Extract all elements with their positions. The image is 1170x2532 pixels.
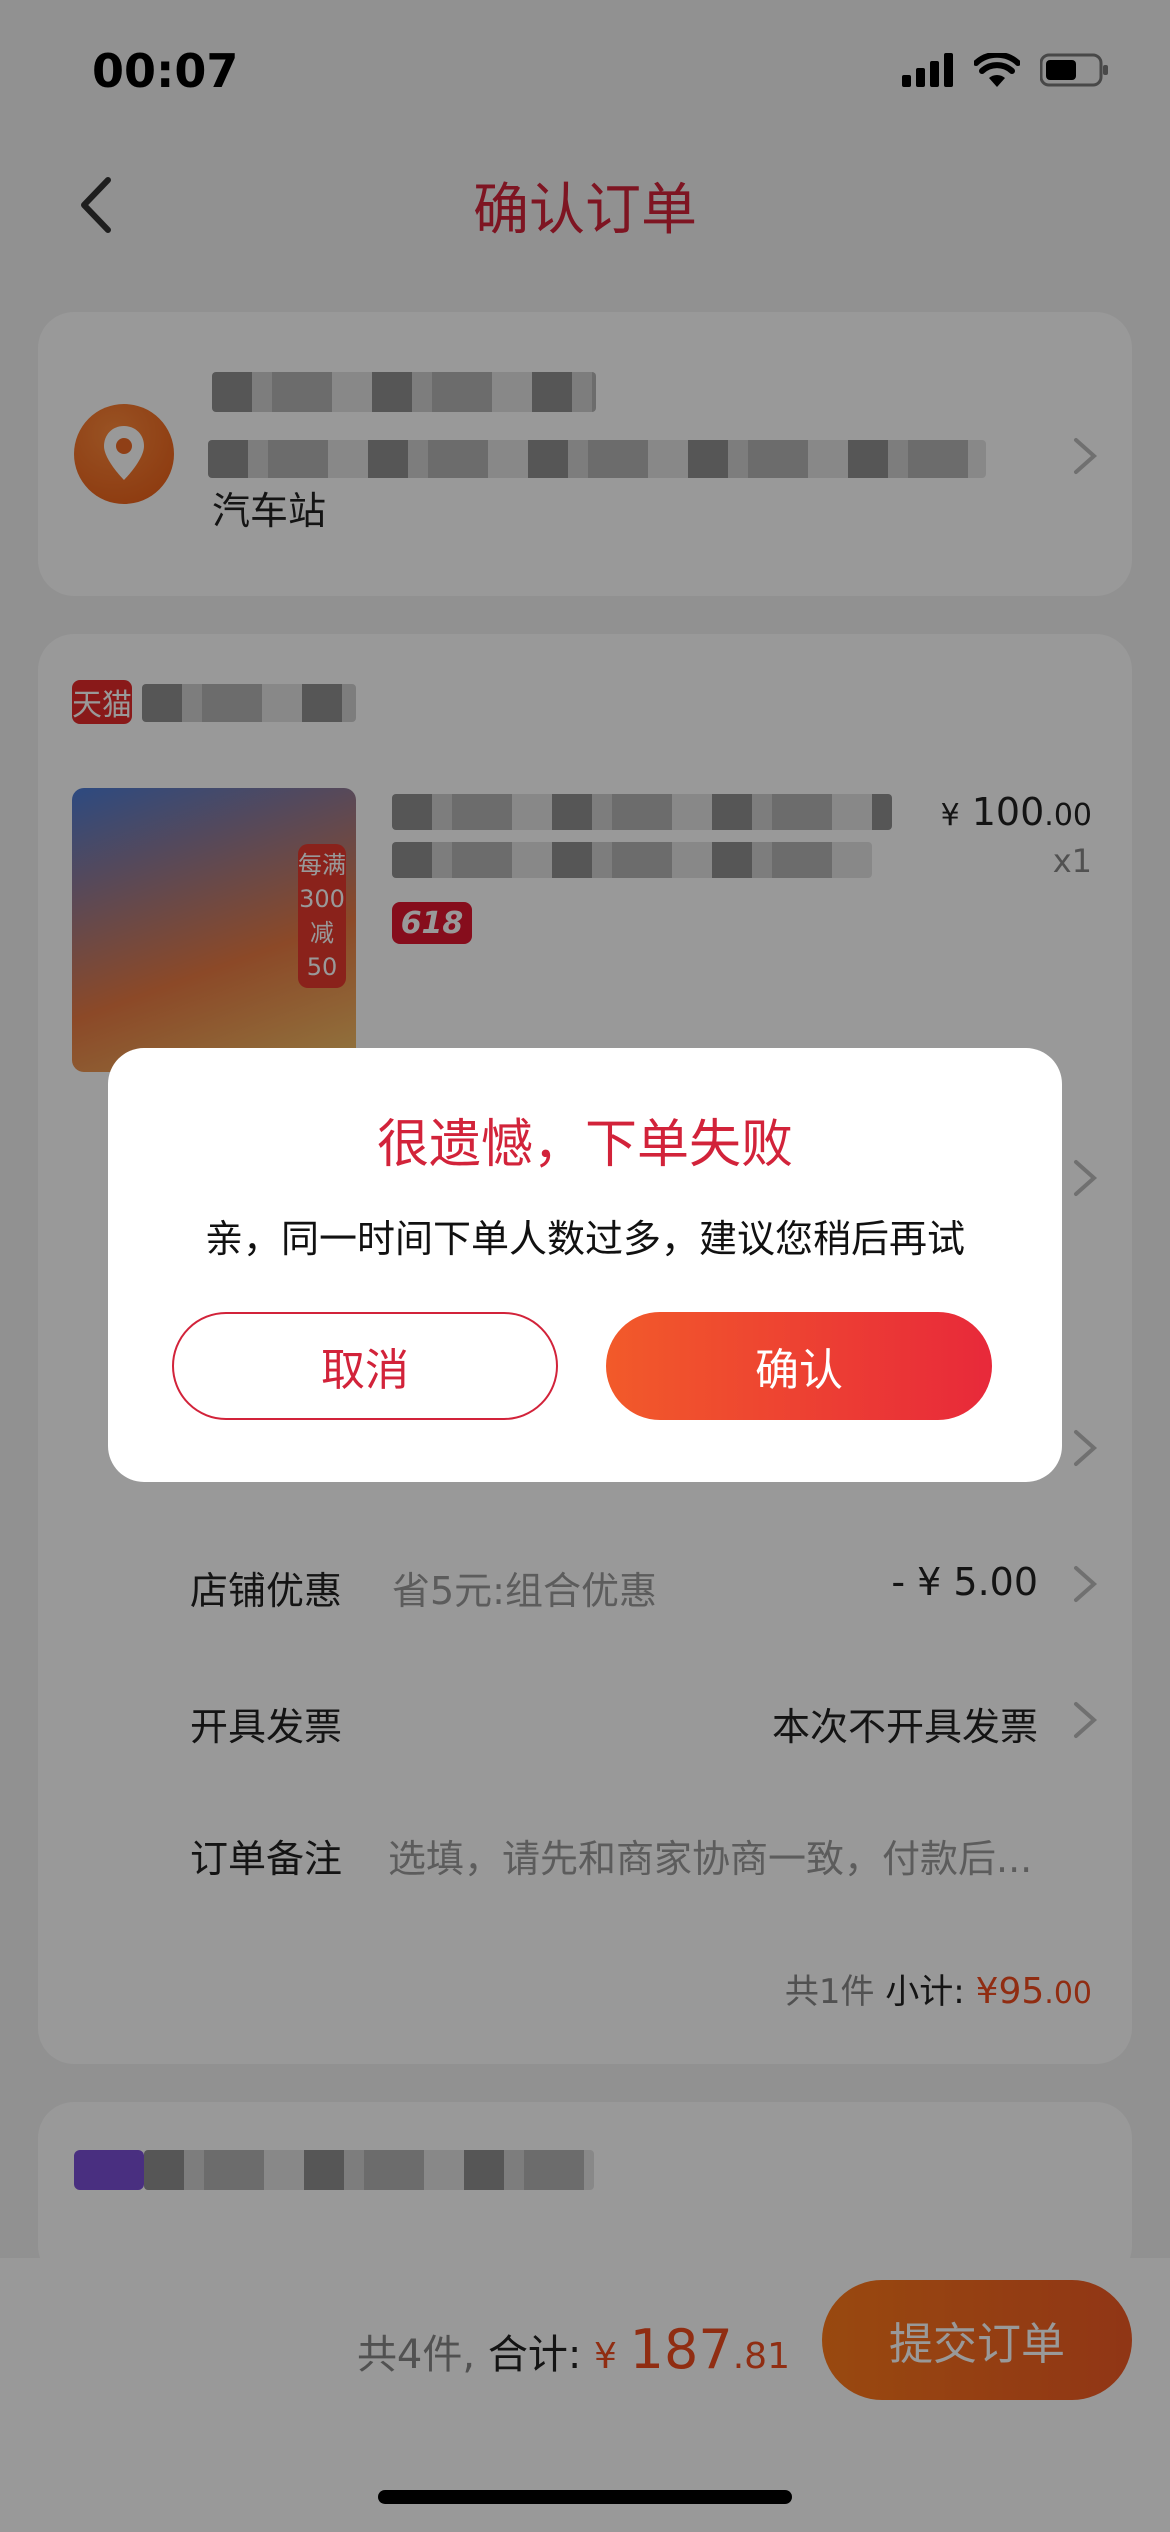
dialog-message: 亲，同一时间下单人数过多，建议您稍后再试	[204, 1217, 965, 1261]
order-failed-dialog: 很遗憾，下单失败 亲，同一时间下单人数过多，建议您稍后再试 取消 确认	[108, 1048, 1062, 1482]
dialog-title: 很遗憾，下单失败	[376, 1115, 793, 1175]
home-indicator[interactable]	[378, 2490, 792, 2504]
cancel-button[interactable]: 取消	[172, 1312, 558, 1420]
confirm-button[interactable]: 确认	[606, 1312, 992, 1420]
